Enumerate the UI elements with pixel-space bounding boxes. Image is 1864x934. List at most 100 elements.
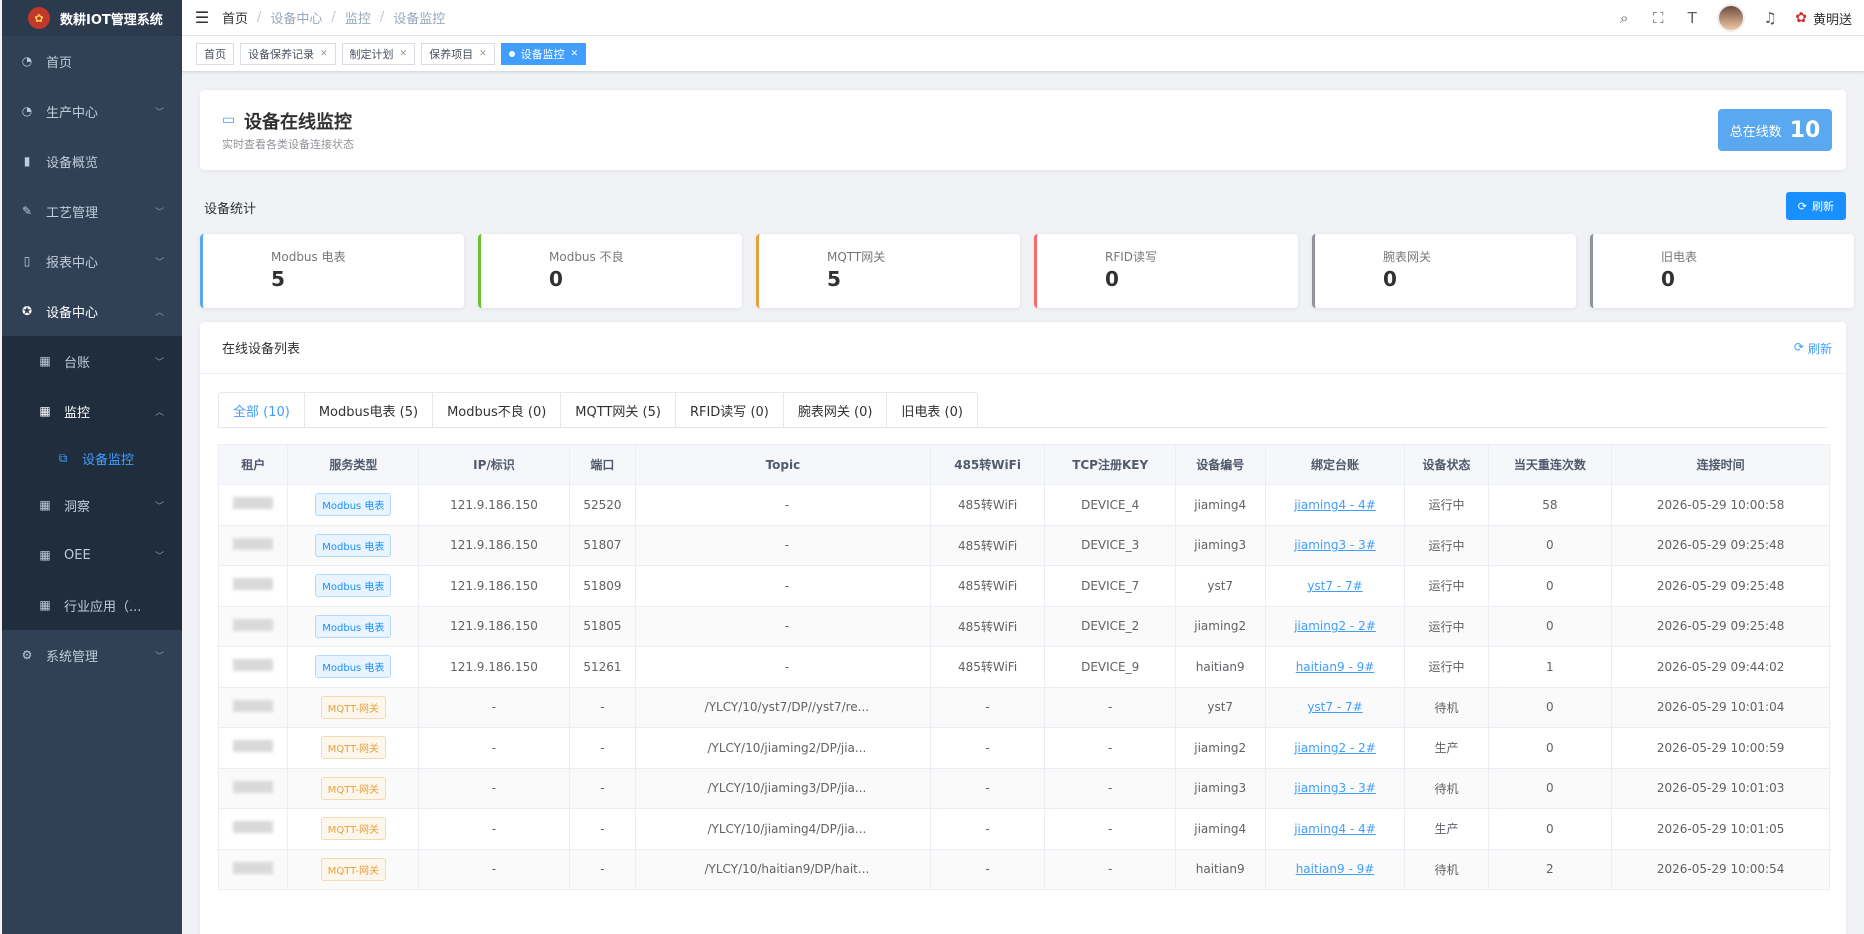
breadcrumb: 首页 / 设备中心 / 监控 / 设备监控 — [222, 8, 446, 27]
wifi-cell: - — [929, 808, 1046, 850]
fullscreen-icon[interactable]: ⛶ — [1649, 9, 1667, 27]
table-row[interactable]: MQTT-网关 - - /YLCY/10/jiaming2/DP/jia... … — [217, 727, 1830, 769]
tcp-key-cell: - — [1044, 686, 1176, 728]
tcp-key-cell: - — [1044, 727, 1176, 769]
sidebar-item-ledger[interactable]: ▦ 台账 ﹀ — [2, 336, 182, 386]
breadcrumb-item[interactable]: 首页 — [222, 8, 248, 27]
column-header: 连接时间 — [1611, 444, 1830, 485]
reconnect-cell: 0 — [1487, 767, 1613, 809]
device-table: 租户 服务类型 IP/标识 端口 Topic 485转WiFi TCP注册KEY 设备编号 绑定… — [217, 444, 1830, 890]
sidebar-item-industry[interactable]: ▦ 行业应用（... — [2, 580, 182, 630]
stat-label: Modbus 不良 — [549, 250, 624, 264]
tag-plan[interactable]: 制定计划 ✕ — [341, 42, 416, 65]
table-row[interactable]: MQTT-网关 - - /YLCY/10/jiaming3/DP/jia... … — [217, 767, 1830, 809]
table-row[interactable]: MQTT-网关 - - /YLCY/10/jiaming4/DP/jia... … — [217, 808, 1830, 850]
tab-device-type[interactable]: RFID读写 (0) — [675, 392, 784, 428]
ledger-link[interactable]: yst7 - 7# — [1307, 579, 1362, 593]
ledger-link[interactable]: yst7 - 7# — [1307, 700, 1362, 714]
tag-maintenance-items[interactable]: 保养项目 ✕ — [421, 42, 495, 65]
port-cell: - — [568, 848, 637, 890]
sidebar-item-device-monitor[interactable]: ⧉ 设备监控 — [2, 436, 182, 480]
close-icon[interactable]: ✕ — [400, 49, 408, 59]
sidebar-item-overview[interactable]: ▮ 设备概览 — [2, 136, 182, 186]
chevron-down-icon: ﹀ — [154, 651, 164, 662]
refresh-stats-button[interactable]: ⟳ 刷新 — [1785, 192, 1846, 220]
sidebar-item-process[interactable]: ✎ 工艺管理 ﹀ — [2, 186, 182, 236]
ledger-link[interactable]: jiaming4 - 4# — [1294, 498, 1376, 512]
tab-device-type[interactable]: 全部 (10) — [218, 392, 305, 428]
sidebar-item-home[interactable]: ◔ 首页 — [2, 36, 182, 86]
device-code-cell: yst7 — [1174, 686, 1266, 728]
table-row[interactable]: Modbus 电表 121.9.186.150 51261 - 485转WiFi… — [217, 646, 1830, 688]
ledger-link[interactable]: jiaming3 - 3# — [1294, 538, 1376, 552]
wifi-cell: - — [929, 848, 1046, 890]
tab-device-type[interactable]: Modbus不良 (0) — [433, 392, 562, 428]
tab-device-type[interactable]: 腕表网关 (0) — [783, 392, 888, 428]
table-row[interactable]: Modbus 电表 121.9.186.150 51807 - 485转WiFi… — [217, 524, 1830, 566]
sidebar-item-reports[interactable]: ▯ 报表中心 ﹀ — [2, 236, 182, 286]
reconnect-cell: 0 — [1487, 686, 1613, 728]
refresh-list-button[interactable]: ⟳ 刷新 — [1794, 340, 1832, 357]
sidebar-item-device-center[interactable]: ✪ 设备中心 ︿ — [2, 286, 182, 336]
ledger-link[interactable]: jiaming2 - 2# — [1294, 741, 1376, 755]
close-icon[interactable]: ✕ — [479, 49, 487, 59]
bell-icon[interactable]: ♫ — [1761, 9, 1779, 27]
stat-cards: Modbus 电表 5 Modbus 不良 0 MQTT网关 5 RFID读写 0 腕表… — [200, 234, 1854, 308]
user-logo-icon: ✿ — [1795, 10, 1807, 26]
sidebar-item-production[interactable]: ◔ 生产中心 ﹀ — [2, 86, 182, 136]
device-code-cell: jiaming2 — [1174, 727, 1266, 769]
topic-cell: /YLCY/10/jiaming2/DP/jia... — [635, 727, 931, 769]
ledger-link[interactable]: jiaming4 - 4# — [1294, 822, 1376, 836]
sidebar-item-monitor[interactable]: ▦ 监控 ︿ — [2, 386, 182, 436]
table-row[interactable]: Modbus 电表 121.9.186.150 51805 - 485转WiFi… — [217, 605, 1830, 647]
tab-device-type[interactable]: 旧电表 (0) — [887, 392, 978, 428]
online-total-badge: 总在线数 10 — [1718, 109, 1832, 151]
menu-toggle-icon[interactable]: ☰ — [182, 8, 222, 27]
ledger-link[interactable]: haitian9 - 9# — [1296, 660, 1375, 674]
chevron-down-icon: ﹀ — [154, 257, 164, 268]
active-dot-icon — [508, 50, 515, 57]
user-menu[interactable]: ✿ 黄明送 — [1795, 9, 1852, 28]
sidebar-item-oee[interactable]: ▦ OEE ﹀ — [2, 530, 182, 580]
ledger-link[interactable]: haitian9 - 9# — [1296, 862, 1375, 876]
table-row[interactable]: Modbus 电表 121.9.186.150 52520 - 485转WiFi… — [217, 484, 1830, 526]
font-size-icon[interactable]: T — [1683, 9, 1701, 27]
wifi-cell: - — [929, 686, 1046, 728]
chevron-down-icon: ﹀ — [154, 207, 164, 218]
reconnect-cell: 0 — [1487, 727, 1613, 769]
tag-maintenance-record[interactable]: 设备保养记录 ✕ — [240, 42, 336, 65]
tcp-key-cell: DEVICE_9 — [1044, 646, 1176, 688]
close-icon[interactable]: ✕ — [571, 49, 579, 59]
wifi-cell: - — [929, 727, 1046, 769]
tab-device-type[interactable]: MQTT网关 (5) — [561, 392, 676, 428]
close-icon[interactable]: ✕ — [320, 49, 328, 59]
tag-home[interactable]: 首页 — [196, 42, 234, 65]
list-header: 在线设备列表 ⟳ 刷新 — [200, 322, 1846, 374]
avatar[interactable] — [1717, 4, 1746, 32]
ledger-link[interactable]: jiaming2 - 2# — [1294, 619, 1376, 633]
tab-device-type[interactable]: Modbus电表 (5) — [304, 392, 434, 428]
search-icon[interactable]: ⌕ — [1615, 9, 1633, 27]
table-row[interactable]: MQTT-网关 - - /YLCY/10/haitian9/DP/hait...… — [217, 848, 1830, 890]
grid-icon: ▦ — [39, 404, 51, 418]
tag-device-monitor[interactable]: 设备监控 ✕ — [500, 42, 587, 65]
table-row[interactable]: Modbus 电表 121.9.186.150 51809 - 485转WiFi… — [217, 565, 1830, 607]
status-cell: 待机 — [1404, 767, 1489, 809]
page-header-card: ▭ 设备在线监控 实时查看各类设备连接状态 总在线数 10 — [200, 90, 1846, 170]
ledger-link[interactable]: jiaming3 - 3# — [1294, 781, 1376, 795]
stat-label: Modbus 电表 — [271, 250, 346, 264]
app-logo[interactable]: ✿ 数耕IOT管理系统 — [2, 0, 182, 36]
service-type-badge: Modbus 电表 — [315, 614, 392, 638]
sidebar-item-insight[interactable]: ▦ 洞察 ﹀ — [2, 480, 182, 530]
bar-chart-icon: ▮ — [23, 154, 31, 168]
tcp-key-cell: DEVICE_4 — [1044, 484, 1176, 526]
column-header: 服务类型 — [287, 444, 420, 485]
connect-time-cell: 2026-05-29 09:25:48 — [1611, 565, 1830, 607]
sidebar-item-system[interactable]: ⚙ 系统管理 ﹀ — [2, 630, 182, 680]
column-header: IP/标识 — [418, 444, 570, 485]
device-code-cell: haitian9 — [1174, 646, 1266, 688]
tenant-redacted — [233, 699, 274, 712]
stat-card: 旧电表 0 — [1590, 234, 1854, 308]
table-row[interactable]: MQTT-网关 - - /YLCY/10/yst7/DP//yst7/re...… — [217, 686, 1830, 728]
ip-cell: 121.9.186.150 — [418, 565, 570, 607]
